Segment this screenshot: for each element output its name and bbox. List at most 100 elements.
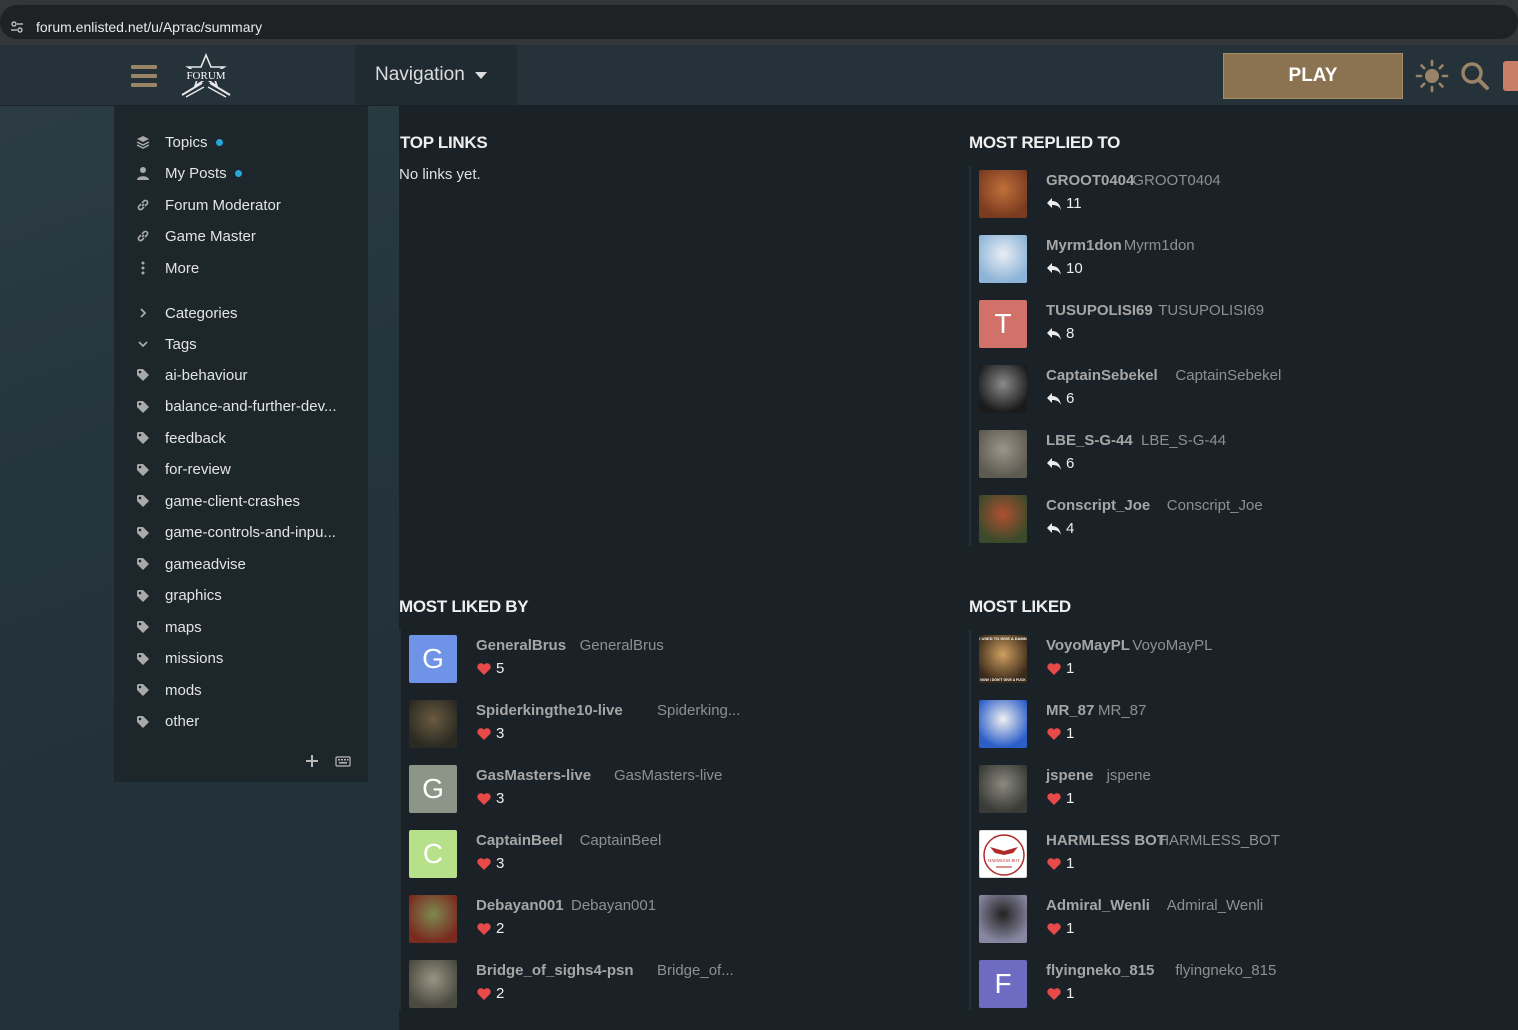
heart-icon bbox=[477, 662, 491, 675]
sidebar-item-more[interactable]: More bbox=[114, 254, 368, 282]
vertical-dots-icon bbox=[141, 261, 145, 275]
divider bbox=[969, 166, 971, 546]
user-entry: Spiderkingthe10-live Spiderking... 3 bbox=[409, 700, 849, 760]
user-fullname: TUSUPOLISI69 bbox=[1158, 302, 1265, 319]
username-link[interactable]: flyingneko_815 bbox=[1046, 962, 1154, 979]
user-avatar[interactable] bbox=[979, 235, 1027, 283]
username-link[interactable]: TUSUPOLISI69 bbox=[1046, 302, 1153, 319]
user-avatar[interactable]: F bbox=[979, 960, 1027, 1008]
user-avatar[interactable]: G bbox=[409, 635, 457, 683]
user-fullname: jspene bbox=[1106, 767, 1151, 784]
username-link[interactable]: Bridge_of_sighs4-psn bbox=[476, 962, 634, 979]
play-button[interactable]: PLAY bbox=[1223, 53, 1403, 99]
sidebar-item-my-posts[interactable]: My Posts bbox=[114, 159, 368, 187]
user-entry: LBE_S-G-44 LBE_S-G-44 6 bbox=[979, 430, 1419, 490]
user-avatar[interactable] bbox=[979, 430, 1027, 478]
username-link[interactable]: Debayan001 bbox=[476, 897, 564, 914]
reply-icon bbox=[1047, 392, 1061, 405]
sidebar-tag-item[interactable]: gameadvise bbox=[114, 550, 368, 578]
user-fullname: VoyoMayPL bbox=[1132, 637, 1213, 654]
username-link[interactable]: Spiderkingthe10-live bbox=[476, 702, 623, 719]
sidebar-tag-item[interactable]: other bbox=[114, 708, 368, 736]
add-icon[interactable] bbox=[304, 749, 320, 773]
address-field[interactable]: forum.enlisted.net/u/Артас/summary bbox=[0, 5, 1518, 39]
sun-icon[interactable] bbox=[1415, 59, 1449, 93]
user-entry: I USED TO GIVE A DAMN NOW I DON'T GIVE A … bbox=[979, 635, 1419, 695]
count-value: 5 bbox=[496, 660, 505, 677]
username-link[interactable]: HARMLESS BOT bbox=[1046, 832, 1166, 849]
navigation-dropdown[interactable]: Navigation bbox=[355, 45, 517, 105]
tag-icon bbox=[137, 526, 149, 539]
user-fullname: Debayan001 bbox=[571, 897, 657, 914]
sidebar-tag-label: mods bbox=[165, 681, 202, 699]
user-avatar[interactable] bbox=[979, 765, 1027, 813]
user-avatar[interactable]: C bbox=[409, 830, 457, 878]
username-link[interactable]: Admiral_Wenli bbox=[1046, 897, 1150, 914]
user-fullname: flyingneko_815 bbox=[1175, 962, 1277, 979]
sidebar-tag-item[interactable]: graphics bbox=[114, 582, 368, 610]
link-icon bbox=[137, 230, 149, 242]
sidebar-tag-item[interactable]: maps bbox=[114, 613, 368, 641]
keyboard-icon[interactable] bbox=[335, 749, 351, 773]
user-avatar[interactable]: HARMLESS BOT bbox=[979, 830, 1027, 878]
username-link[interactable]: Conscript_Joe bbox=[1046, 497, 1150, 514]
section-title-top-links: TOP LINKS bbox=[400, 133, 488, 152]
url-text[interactable]: forum.enlisted.net/u/Артас/summary bbox=[36, 19, 262, 35]
user-avatar[interactable] bbox=[409, 895, 457, 943]
sidebar-tag-item[interactable]: mods bbox=[114, 676, 368, 704]
username-link[interactable]: Myrm1don bbox=[1046, 237, 1122, 254]
sidebar-tag-item[interactable]: balance-and-further-dev... bbox=[114, 393, 368, 421]
site-settings-icon[interactable] bbox=[10, 20, 24, 34]
sidebar-tag-item[interactable]: for-review bbox=[114, 456, 368, 484]
username-link[interactable]: GasMasters-live bbox=[476, 767, 591, 784]
user-avatar[interactable] bbox=[979, 365, 1027, 413]
sidebar-item-forum-moderator[interactable]: Forum Moderator bbox=[114, 191, 368, 219]
sidebar-tag-item[interactable]: game-client-crashes bbox=[114, 487, 368, 515]
sidebar-tag-item[interactable]: game-controls-and-inpu... bbox=[114, 519, 368, 547]
user-fullname: Bridge_of... bbox=[657, 962, 734, 979]
username-link[interactable]: jspene bbox=[1046, 767, 1094, 784]
meme-caption: NOW I DON'T GIVE A FUCK bbox=[980, 678, 1026, 682]
user-avatar[interactable] bbox=[979, 495, 1027, 543]
tag-icon bbox=[137, 589, 149, 602]
username-link[interactable]: LBE_S-G-44 bbox=[1046, 432, 1133, 449]
tag-icon bbox=[137, 652, 149, 665]
chevron-right-icon bbox=[140, 308, 147, 318]
user-avatar[interactable]: G bbox=[409, 765, 457, 813]
user-avatar[interactable]: T bbox=[979, 300, 1027, 348]
sidebar-section-categories[interactable]: Categories bbox=[114, 299, 368, 327]
username-link[interactable]: MR_87 bbox=[1046, 702, 1094, 719]
sidebar-item-game-master[interactable]: Game Master bbox=[114, 222, 368, 250]
top-links-empty-text: No links yet. bbox=[399, 166, 481, 183]
avatar-letter: C bbox=[409, 830, 457, 878]
link-icon bbox=[137, 199, 149, 211]
sidebar-section-tags[interactable]: Tags bbox=[114, 330, 368, 358]
username-link[interactable]: GROOT0404 bbox=[1046, 172, 1134, 189]
sidebar-tag-label: maps bbox=[165, 618, 202, 636]
user-avatar[interactable] bbox=[409, 960, 457, 1008]
user-avatar[interactable] bbox=[1503, 61, 1518, 91]
like-count: 1 bbox=[1046, 790, 1074, 807]
user-entry: Admiral_Wenli Admiral_Wenli 1 bbox=[979, 895, 1419, 955]
user-avatar[interactable] bbox=[979, 700, 1027, 748]
hamburger-menu-icon[interactable] bbox=[131, 65, 157, 87]
username-link[interactable]: VoyoMayPL bbox=[1046, 637, 1130, 654]
sidebar-tag-item[interactable]: feedback bbox=[114, 424, 368, 452]
user-avatar[interactable] bbox=[979, 895, 1027, 943]
search-icon[interactable] bbox=[1458, 59, 1492, 93]
user-avatar[interactable] bbox=[979, 170, 1027, 218]
sidebar-tag-item[interactable]: ai-behaviour bbox=[114, 361, 368, 389]
sidebar-tag-item[interactable]: missions bbox=[114, 645, 368, 673]
user-entry: Myrm1don Myrm1don 10 bbox=[979, 235, 1419, 295]
sidebar-tag-label: missions bbox=[165, 650, 224, 667]
heart-icon bbox=[477, 987, 491, 1000]
sidebar-item-topics[interactable]: Topics bbox=[114, 128, 368, 156]
reply-icon bbox=[1047, 197, 1061, 210]
forum-logo[interactable]: FORUM bbox=[178, 53, 234, 99]
user-avatar[interactable] bbox=[409, 700, 457, 748]
username-link[interactable]: CaptainSebekel bbox=[1046, 367, 1158, 384]
username-link[interactable]: GeneralBrus bbox=[476, 637, 566, 654]
username-link[interactable]: CaptainBeel bbox=[476, 832, 563, 849]
user-entry: MR_87 MR_87 1 bbox=[979, 700, 1419, 760]
user-avatar[interactable]: I USED TO GIVE A DAMN NOW I DON'T GIVE A … bbox=[979, 635, 1027, 683]
